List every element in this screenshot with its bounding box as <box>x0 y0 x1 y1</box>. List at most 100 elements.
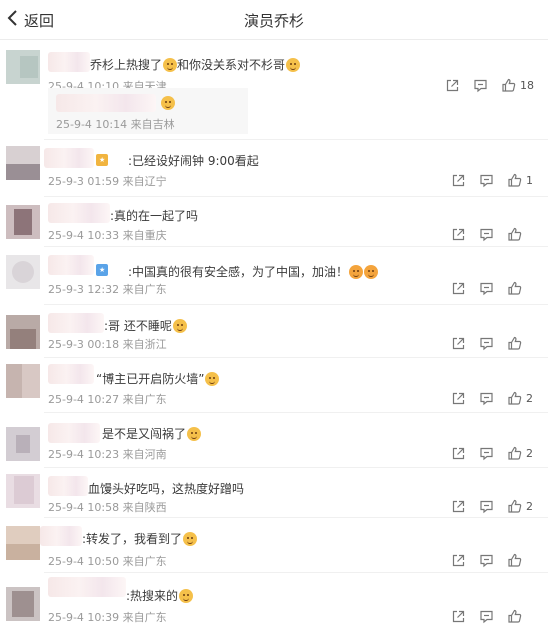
username-blurred[interactable] <box>40 526 82 546</box>
avatar[interactable] <box>6 205 40 239</box>
comment-icon[interactable] <box>479 446 494 461</box>
like-icon[interactable] <box>507 336 522 351</box>
like-icon[interactable] <box>507 609 522 624</box>
comment-icon[interactable] <box>479 227 494 242</box>
share-icon[interactable] <box>451 553 466 568</box>
emoji-icon <box>286 58 301 72</box>
comment-text: :中国真的很有安全感，为了中国，加油！ <box>128 263 379 280</box>
comment-item: 是不是又闯祸了 25-9-4 10:23 来自河南 2 <box>0 413 548 468</box>
username-blurred[interactable] <box>48 203 110 223</box>
like-icon[interactable] <box>507 553 522 568</box>
comment-icon[interactable] <box>479 391 494 406</box>
emoji-icon <box>179 589 194 603</box>
comment-text: :真的在一起了吗 <box>110 209 199 223</box>
comment-icon[interactable] <box>479 499 494 514</box>
comment-text: 是不是又闯祸了 <box>102 425 202 442</box>
comment-text: 血馒头好吃吗，这热度好蹭吗 <box>88 482 245 496</box>
comment-actions: 18 <box>432 77 534 93</box>
emoji-icon <box>187 427 202 441</box>
comment-meta: 25-9-4 10:50 来自广东 <box>48 555 167 568</box>
avatar[interactable] <box>6 474 40 508</box>
like-count: 2 <box>526 391 533 405</box>
avatar[interactable] <box>6 587 40 621</box>
comment-item: ★ :中国真的很有安全感，为了中国，加油！ 25-9-3 12:32 来自广东 <box>0 247 548 305</box>
share-icon[interactable] <box>451 391 466 406</box>
comment-item: “博主已开启防火墙” 25-9-4 10:27 来自广东 2 <box>0 358 548 413</box>
like-count: 2 <box>526 499 533 513</box>
comment-text: :哥 还不睡呢 <box>104 317 187 334</box>
share-icon[interactable] <box>451 173 466 188</box>
username-blurred[interactable] <box>48 255 94 275</box>
page-title: 演员乔杉 <box>243 12 304 30</box>
like-icon[interactable] <box>507 173 522 188</box>
comment-actions <box>438 226 534 242</box>
avatar[interactable] <box>6 315 40 349</box>
comment-icon[interactable] <box>479 173 494 188</box>
like-count: 18 <box>520 78 534 92</box>
share-icon[interactable] <box>445 78 460 93</box>
member-badge: ★ <box>96 264 109 276</box>
username-blurred[interactable] <box>48 577 126 597</box>
comment-item: :热搜来的 25-9-4 10:39 来自广东 <box>0 573 548 640</box>
comment-icon[interactable] <box>479 281 494 296</box>
comment-actions <box>438 608 534 624</box>
comment-text: :已经设好闹钟 9:00看起 <box>128 154 259 168</box>
comment-text: :热搜来的 <box>126 587 194 604</box>
comment-text: 乔杉上热搜了 和你没关系对不杉哥 <box>90 56 301 73</box>
comment-icon[interactable] <box>473 78 488 93</box>
like-icon[interactable] <box>501 78 516 93</box>
avatar[interactable] <box>6 50 40 84</box>
comment-item: 血馒头好吃吗，这热度好蹭吗 25-9-4 10:58 来自陕西 2 <box>0 468 548 518</box>
avatar[interactable] <box>6 255 40 289</box>
comment-meta: 25-9-4 10:27 来自广东 <box>48 393 167 406</box>
comment-text: :转发了，我看到了 <box>82 530 198 547</box>
like-icon[interactable] <box>507 391 522 406</box>
reply-box[interactable]: 25-9-4 10:14 来自吉林 <box>48 88 248 134</box>
share-icon[interactable] <box>451 609 466 624</box>
comment-meta: 25-9-3 01:59 来自辽宁 <box>48 175 167 188</box>
reply-meta: 25-9-4 10:14 来自吉林 <box>56 118 175 131</box>
share-icon[interactable] <box>451 446 466 461</box>
emoji-icon <box>163 58 178 72</box>
share-icon[interactable] <box>451 499 466 514</box>
username-blurred[interactable] <box>48 476 88 496</box>
username-blurred[interactable] <box>44 148 94 168</box>
share-icon[interactable] <box>451 227 466 242</box>
comment-icon[interactable] <box>479 553 494 568</box>
username-blurred[interactable] <box>48 423 100 443</box>
like-icon[interactable] <box>507 499 522 514</box>
reply-username-blurred <box>56 94 156 112</box>
comment-meta: 25-9-3 00:18 来自浙江 <box>48 338 167 351</box>
comment-icon[interactable] <box>479 336 494 351</box>
like-icon[interactable] <box>507 446 522 461</box>
emoji-icon <box>205 372 220 386</box>
comment-item: :真的在一起了吗 25-9-4 10:33 来自重庆 <box>0 197 548 247</box>
username-blurred[interactable] <box>48 364 94 384</box>
avatar[interactable] <box>6 427 40 461</box>
emoji-icon <box>183 532 198 546</box>
username-blurred[interactable] <box>48 52 90 72</box>
share-icon[interactable] <box>451 336 466 351</box>
username-blurred[interactable] <box>48 313 104 333</box>
like-icon[interactable] <box>507 281 522 296</box>
like-icon[interactable] <box>507 227 522 242</box>
comment-item: 乔杉上热搜了 和你没关系对不杉哥 25-9-4 10:10 来自天津 18 25-… <box>0 40 548 140</box>
comment-actions: 2 <box>438 498 534 514</box>
avatar[interactable] <box>6 526 40 560</box>
emoji-icon <box>161 96 175 110</box>
avatar[interactable] <box>6 364 40 398</box>
like-count: 2 <box>526 446 533 460</box>
comment-actions <box>438 280 534 296</box>
comment-item: :哥 还不睡呢 25-9-3 00:18 来自浙江 <box>0 305 548 358</box>
share-icon[interactable] <box>451 281 466 296</box>
comment-icon[interactable] <box>479 609 494 624</box>
comment-meta: 25-9-4 10:33 来自重庆 <box>48 229 167 242</box>
comment-item: ★ :已经设好闹钟 9:00看起 25-9-3 01:59 来自辽宁 1 <box>0 140 548 197</box>
comment-meta: 25-9-4 10:58 来自陕西 <box>48 501 167 514</box>
comment-meta: 25-9-4 10:39 来自广东 <box>48 611 167 624</box>
emoji-icon <box>349 265 364 279</box>
avatar[interactable] <box>6 146 40 180</box>
comment-actions <box>438 552 534 568</box>
member-badge: ★ <box>96 154 109 166</box>
like-count: 1 <box>526 173 533 187</box>
